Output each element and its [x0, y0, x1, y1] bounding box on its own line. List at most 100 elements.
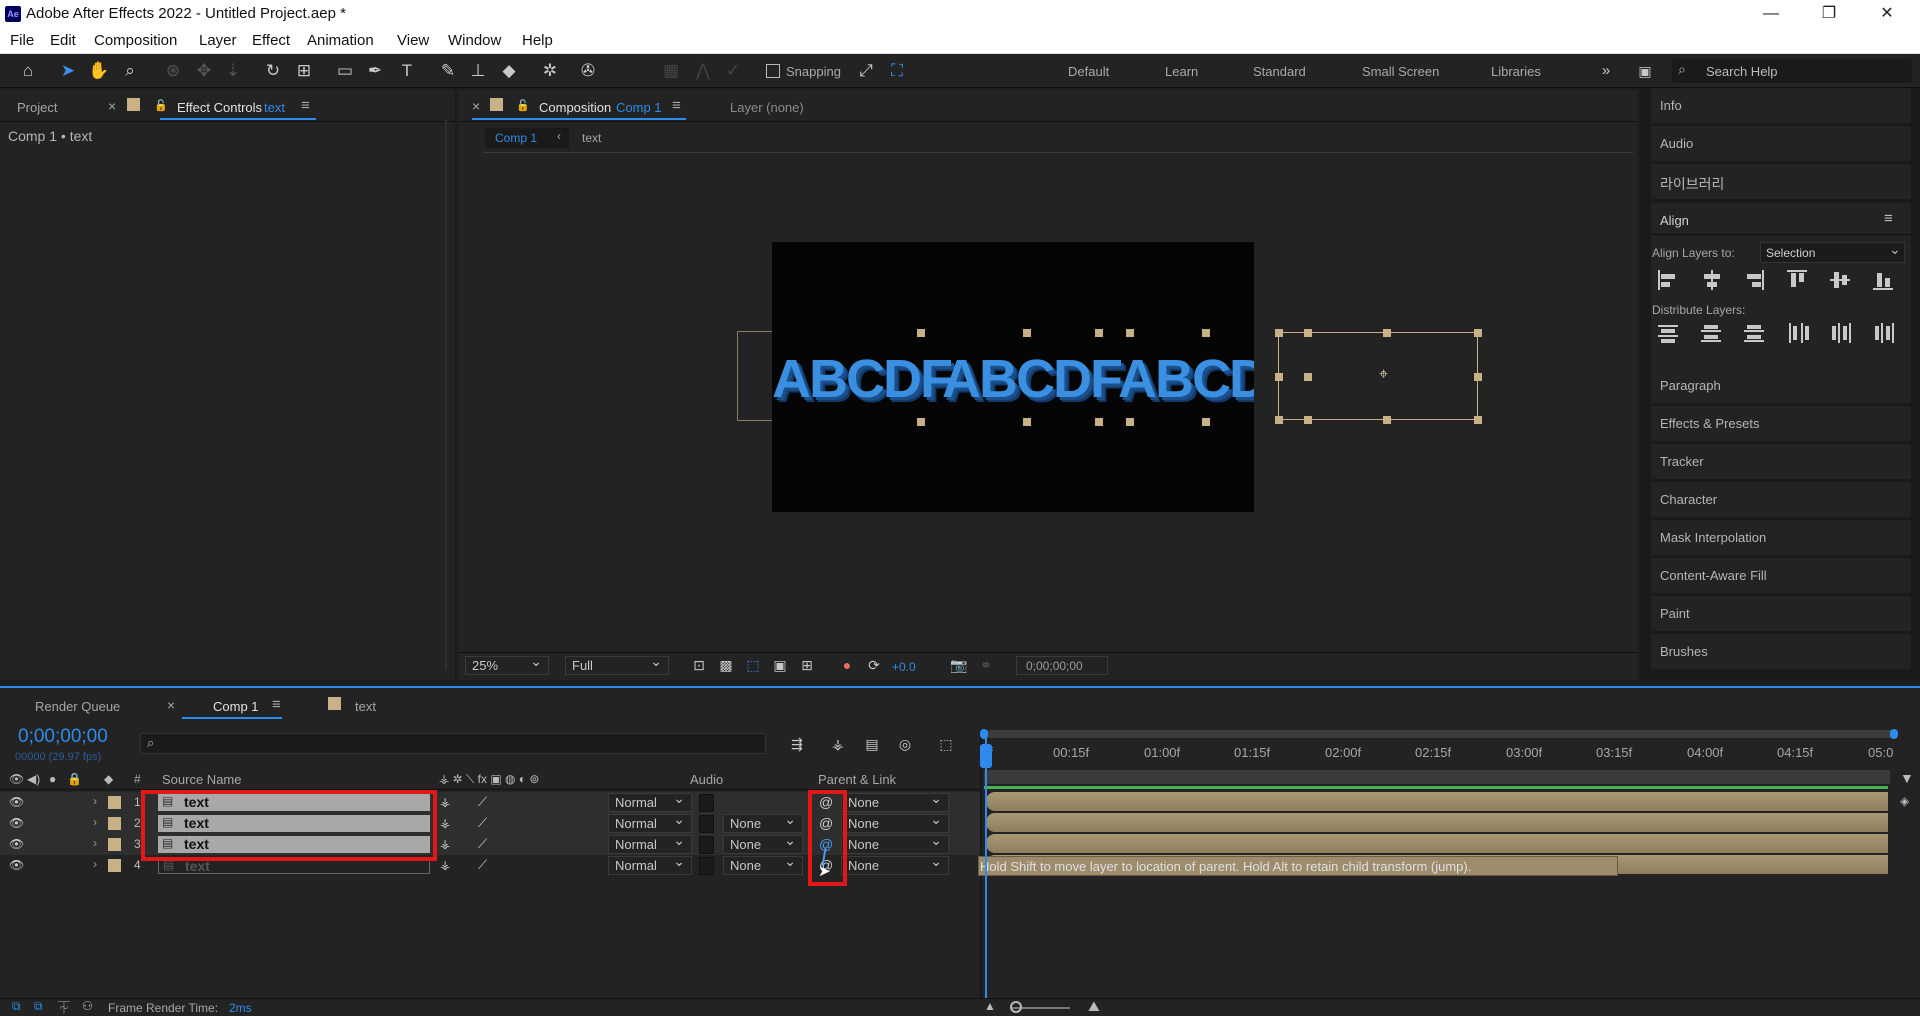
menu-composition[interactable]: Composition	[94, 32, 177, 49]
panel-tracker[interactable]: Tracker	[1651, 444, 1911, 481]
transform-handle[interactable]	[1023, 418, 1031, 426]
shy-switch-icon[interactable]: ⚶	[440, 837, 450, 851]
close-timeline-tab-icon[interactable]: ×	[167, 697, 175, 713]
workspace-small-screen[interactable]: Small Screen	[1362, 64, 1439, 79]
transparency-grid-icon[interactable]: ▩	[715, 654, 737, 676]
align-menu-icon[interactable]: ≡	[1884, 210, 1893, 227]
maximize-icon[interactable]: ❐	[1800, 2, 1858, 26]
transform-handle[interactable]	[1126, 418, 1134, 426]
comp-flowchart-icon[interactable]: ⇶	[786, 733, 808, 755]
transform-handle[interactable]	[917, 329, 925, 337]
comp-lock-icon[interactable]: 🔓	[516, 99, 530, 112]
blend-mode-dropdown[interactable]: Normal	[608, 811, 692, 833]
quality-switch-icon[interactable]: ⟋	[478, 857, 487, 873]
track-matte-dropdown[interactable]: None	[723, 853, 803, 875]
region-of-interest-icon[interactable]: ▣	[769, 654, 791, 676]
graph-editor-icon[interactable]: ⬚	[935, 733, 957, 755]
zoom-out-icon[interactable]: ▲	[984, 999, 996, 1013]
track-matte-dropdown[interactable]: None	[723, 811, 803, 833]
time-navigator[interactable]	[984, 770, 1890, 784]
orbit-camera-icon[interactable]: ⊛	[162, 60, 184, 82]
menu-view[interactable]: View	[397, 32, 429, 49]
menu-edit[interactable]: Edit	[50, 32, 76, 49]
keyframe-nav-icon[interactable]: ◈	[1900, 794, 1909, 808]
fast-preview-icon[interactable]: ⊡	[688, 654, 710, 676]
panel-info[interactable]: Info	[1651, 88, 1911, 125]
transform-handle[interactable]	[1304, 329, 1312, 337]
transform-handle[interactable]	[1126, 329, 1134, 337]
distribute-top-icon[interactable]	[1658, 323, 1680, 345]
comp-panel-menu-icon[interactable]: ≡	[672, 97, 681, 114]
quality-switch-icon[interactable]: ⟋	[478, 836, 487, 852]
panel-brushes[interactable]: Brushes	[1651, 634, 1911, 671]
align-bottom-icon[interactable]	[1873, 270, 1895, 292]
close-icon[interactable]: ✕	[1858, 2, 1916, 26]
transform-handle[interactable]	[1383, 329, 1391, 337]
transform-handle[interactable]	[1202, 418, 1210, 426]
align-right-icon[interactable]	[1744, 270, 1766, 292]
tool-option-icon-1[interactable]: ▦	[660, 60, 682, 82]
lock-column-icon[interactable]: 🔒	[67, 772, 82, 786]
motion-blur-icon[interactable]: ◎	[894, 733, 916, 755]
transform-handle[interactable]	[1304, 416, 1312, 424]
align-horizontal-center-icon[interactable]	[1701, 270, 1723, 292]
clone-stamp-icon[interactable]: ⊥	[467, 60, 489, 82]
visibility-column-icon[interactable]: 👁	[9, 772, 24, 786]
frame-blending-icon[interactable]: ▤	[861, 733, 883, 755]
align-top-icon[interactable]	[1787, 270, 1809, 292]
transform-handle[interactable]	[1275, 373, 1283, 381]
transform-handle[interactable]	[1474, 416, 1482, 424]
tab-effect-controls[interactable]: Effect Controls	[177, 100, 262, 115]
align-layers-to-dropdown[interactable]: Selection ⌄	[1760, 241, 1905, 263]
menu-window[interactable]: Window	[448, 32, 501, 49]
current-time[interactable]: 0;00;00;00	[18, 726, 108, 748]
timeline-search-input[interactable]: ⌕	[140, 733, 766, 754]
panel-libraries[interactable]: 라이브러리	[1651, 164, 1911, 201]
label-column-icon[interactable]: ◆	[104, 772, 113, 786]
transfer-controls-icon[interactable]: ⧉	[34, 999, 43, 1014]
transform-handle[interactable]	[917, 418, 925, 426]
layer-label-swatch[interactable]	[108, 796, 121, 809]
parent-dropdown[interactable]: None	[841, 790, 949, 812]
blend-mode-dropdown[interactable]: Normal	[608, 853, 692, 875]
brush-tool-icon[interactable]: ✎	[437, 60, 459, 82]
render-time-icon[interactable]: ⚇	[82, 999, 93, 1013]
preview-text-3[interactable]: ABCD	[1118, 348, 1254, 410]
panel-audio[interactable]: Audio	[1651, 126, 1911, 163]
workspace-standard[interactable]: Standard	[1253, 64, 1306, 79]
solo-column-icon[interactable]: ●	[49, 772, 56, 786]
workspace-overflow-icon[interactable]: »	[1595, 60, 1617, 82]
expand-chevron-icon[interactable]: ›	[93, 857, 97, 871]
anchor-tool-icon[interactable]: ⊞	[293, 60, 315, 82]
menu-animation[interactable]: Animation	[307, 32, 374, 49]
guides-icon[interactable]: ⊞	[796, 654, 818, 676]
shy-switch-icon[interactable]: ⚶	[440, 816, 450, 830]
exposure-value[interactable]: +0.0	[892, 660, 916, 674]
workspace-learn[interactable]: Learn	[1165, 64, 1198, 79]
transform-handle[interactable]	[1304, 373, 1312, 381]
layer-switches-icon[interactable]: ⧉	[12, 999, 21, 1014]
track-matte-dropdown[interactable]: None	[723, 832, 803, 854]
parent-dropdown[interactable]: None	[841, 832, 949, 854]
menu-effect[interactable]: Effect	[252, 32, 290, 49]
layer-label-swatch[interactable]	[108, 817, 121, 830]
panel-mask-interpolation[interactable]: Mask Interpolation	[1651, 520, 1911, 557]
workspace-default[interactable]: Default	[1068, 64, 1109, 79]
layer-duration-bar[interactable]	[986, 792, 1888, 811]
tab-timeline-text[interactable]: text	[355, 699, 376, 714]
nav-comp-button[interactable]: Comp 1 ‹	[485, 128, 569, 148]
tool-option-icon-2[interactable]: ⋀	[692, 60, 714, 82]
transform-handle[interactable]	[1383, 416, 1391, 424]
work-area-bar[interactable]	[984, 730, 1894, 738]
transform-handle[interactable]	[1474, 373, 1482, 381]
distribute-right-icon[interactable]	[1873, 323, 1895, 345]
transform-handle[interactable]	[1275, 416, 1283, 424]
rectangle-tool-icon[interactable]: ▭	[334, 60, 356, 82]
resolution-dropdown[interactable]: Full	[565, 653, 669, 675]
zoom-in-icon[interactable]: ⛰	[1088, 998, 1100, 1015]
preserve-transparency-toggle[interactable]	[699, 794, 714, 812]
workspace-libraries[interactable]: Libraries	[1491, 64, 1541, 79]
tool-option-icon-3[interactable]: ✓	[722, 60, 744, 82]
pan-camera-icon[interactable]: ✥	[193, 60, 215, 82]
expand-chevron-icon[interactable]: ›	[93, 836, 97, 850]
